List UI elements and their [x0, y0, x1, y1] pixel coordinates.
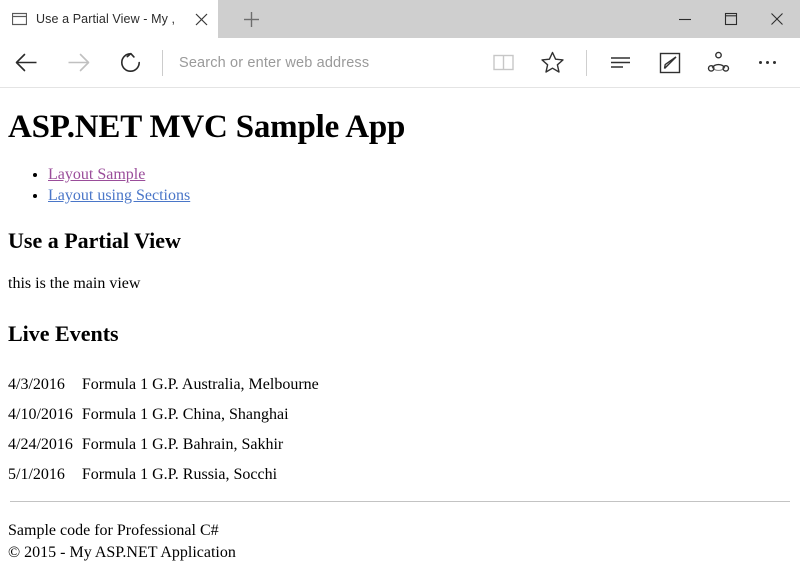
- share-icon[interactable]: [694, 39, 743, 87]
- toolbar-divider: [586, 49, 587, 76]
- table-row: 4/24/2016 Formula 1 G.P. Bahrain, Sakhir: [8, 434, 319, 464]
- maximize-icon[interactable]: [708, 0, 754, 38]
- new-tab-region: [218, 0, 662, 38]
- minimize-icon[interactable]: [662, 0, 708, 38]
- list-item: Layout using Sections: [48, 185, 792, 206]
- ellipsis-icon[interactable]: [743, 39, 792, 87]
- address-bar-placeholder: Search or enter web address: [179, 54, 370, 71]
- window-controls: [662, 0, 800, 38]
- new-tab-button[interactable]: [236, 4, 266, 34]
- footer-line-sample-code: Sample code for Professional C#: [8, 521, 219, 539]
- forward-arrow-icon[interactable]: [52, 39, 104, 87]
- tab-title: Use a Partial View - My ,: [36, 12, 176, 26]
- page-title: ASP.NET MVC Sample App: [8, 109, 406, 145]
- hub-lines-icon[interactable]: [596, 39, 645, 87]
- page-content: ASP.NET MVC Sample App Layout Sample Lay…: [0, 88, 800, 572]
- pen-square-icon[interactable]: [645, 39, 694, 87]
- live-events-table: 4/3/2016 Formula 1 G.P. Australia, Melbo…: [8, 374, 319, 494]
- toolbar-icon-group: [479, 39, 800, 87]
- table-row: 4/3/2016 Formula 1 G.P. Australia, Melbo…: [8, 374, 319, 404]
- book-icon[interactable]: [479, 39, 528, 87]
- link-layout-using-sections[interactable]: Layout using Sections: [48, 187, 190, 204]
- page-icon: [12, 12, 27, 27]
- event-date: 4/3/2016: [8, 375, 65, 393]
- list-item: Layout Sample: [48, 164, 792, 185]
- back-arrow-icon[interactable]: [0, 39, 52, 87]
- main-view-text: this is the main view: [8, 275, 141, 293]
- event-date: 4/10/2016: [8, 405, 73, 423]
- footer-divider: [10, 500, 790, 502]
- site-nav-list: Layout Sample Layout using Sections: [8, 164, 792, 206]
- star-icon[interactable]: [528, 39, 577, 87]
- table-row: 4/10/2016 Formula 1 G.P. China, Shanghai: [8, 404, 319, 434]
- tab-close-icon[interactable]: [188, 6, 214, 32]
- page-footer: Sample code for Professional C# © 2015 -…: [8, 520, 792, 564]
- event-date: 4/24/2016: [8, 435, 73, 453]
- event-name: Formula 1 G.P. Russia, Socchi: [81, 465, 278, 483]
- section-heading-live-events: Live Events: [8, 321, 119, 347]
- address-bar[interactable]: Search or enter web address: [156, 39, 479, 87]
- event-name: Formula 1 G.P. China, Shanghai: [81, 405, 289, 423]
- refresh-icon[interactable]: [104, 39, 156, 87]
- address-bar-divider: [162, 49, 163, 76]
- tab-strip: Use a Partial View - My ,: [0, 0, 800, 38]
- browser-window: Use a Partial View - My , Search or ente…: [0, 0, 800, 572]
- event-name: Formula 1 G.P. Australia, Melbourne: [81, 375, 319, 393]
- navigation-toolbar: Search or enter web address: [0, 38, 800, 88]
- browser-tab[interactable]: Use a Partial View - My ,: [0, 0, 218, 38]
- event-date: 5/1/2016: [8, 465, 65, 483]
- section-heading-partial-view: Use a Partial View: [8, 227, 181, 253]
- window-close-icon[interactable]: [754, 0, 800, 38]
- link-layout-sample[interactable]: Layout Sample: [48, 166, 145, 183]
- table-row: 5/1/2016 Formula 1 G.P. Russia, Socchi: [8, 464, 319, 494]
- event-name: Formula 1 G.P. Bahrain, Sakhir: [81, 435, 284, 453]
- footer-line-copyright: © 2015 - My ASP.NET Application: [8, 543, 236, 561]
